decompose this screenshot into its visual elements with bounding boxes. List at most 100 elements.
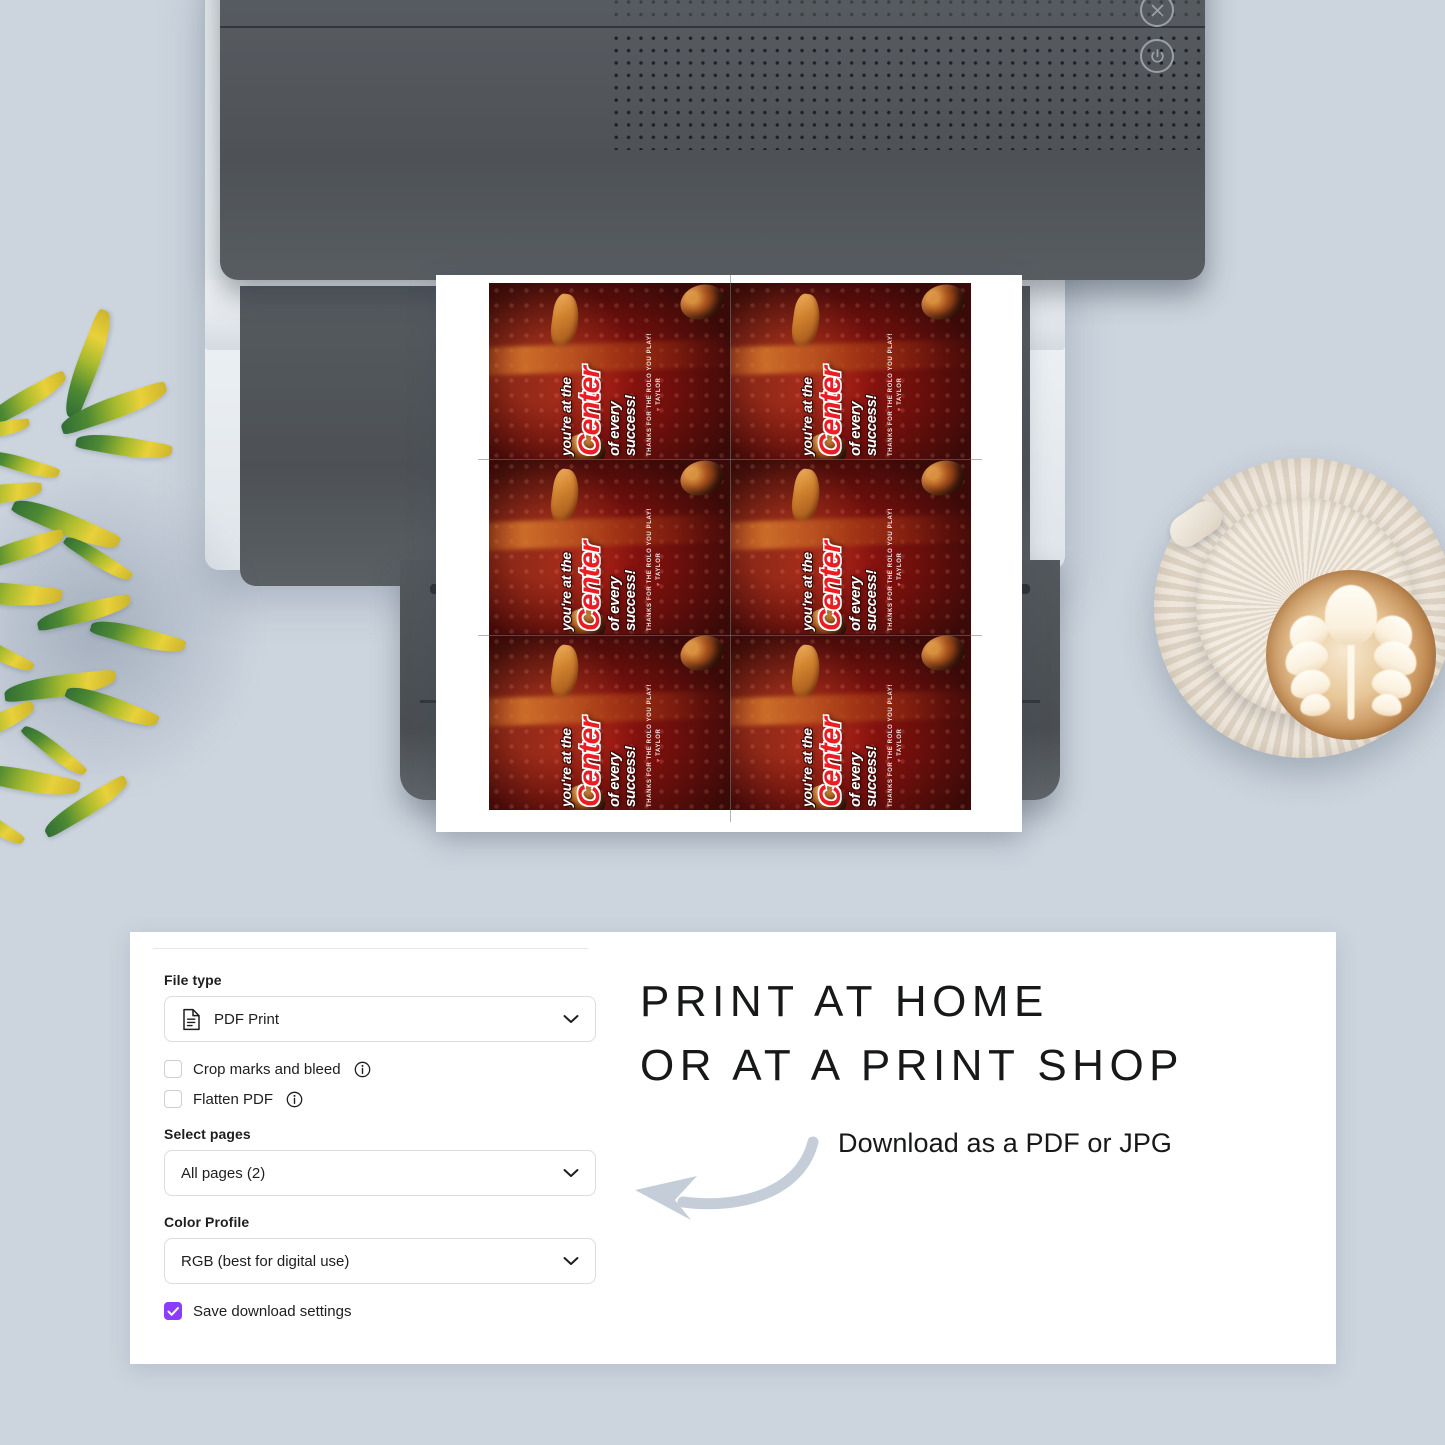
panel-divider bbox=[153, 948, 588, 949]
select-pages-value: All pages (2) bbox=[181, 1164, 266, 1182]
printer-vent-upper bbox=[610, 0, 1205, 22]
screenshot-canvas: you're at the Center of every success! T… bbox=[0, 0, 1445, 1445]
save-settings-label: Save download settings bbox=[193, 1302, 352, 1320]
card-line3a: of every bbox=[846, 577, 864, 632]
card-line3b: success! bbox=[862, 570, 880, 632]
card-highlight: Center bbox=[572, 542, 606, 632]
card-signature-line: THANKS FOR THE ROLO YOU PLAY! bbox=[646, 332, 653, 456]
card-signature: THANKS FOR THE ROLO YOU PLAY! ♥ TAYLOR bbox=[888, 333, 903, 456]
card-highlight: Center bbox=[813, 366, 847, 456]
chevron-down-icon[interactable] bbox=[563, 1014, 579, 1024]
color-profile-label: Color Profile bbox=[164, 1214, 250, 1230]
card-signature: THANKS FOR THE ROLO YOU PLAY! ♥ TAYLOR bbox=[888, 508, 903, 631]
card-line1: you're at the bbox=[798, 552, 815, 632]
card-highlight: Center bbox=[813, 718, 847, 808]
select-pages-label: Select pages bbox=[164, 1126, 251, 1142]
card-signature-line: THANKS FOR THE ROLO YOU PLAY! bbox=[887, 508, 894, 632]
heart-icon: ♥ bbox=[896, 758, 903, 763]
printed-card: you're at the Center of every success! T… bbox=[730, 458, 971, 635]
card-signature: THANKS FOR THE ROLO YOU PLAY! ♥ TAYLOR bbox=[647, 508, 662, 631]
chevron-down-icon[interactable] bbox=[563, 1256, 579, 1266]
chocolate-blob bbox=[916, 458, 970, 501]
save-settings-checkbox-row[interactable]: Save download settings bbox=[164, 1302, 596, 1320]
card-signature: THANKS FOR THE ROLO YOU PLAY! ♥ TAYLOR bbox=[647, 333, 662, 456]
card-signature-line: THANKS FOR THE ROLO YOU PLAY! bbox=[887, 684, 894, 808]
info-icon[interactable] bbox=[354, 1061, 371, 1078]
card-text-block: you're at the Center of every success! T… bbox=[798, 286, 902, 456]
heart-icon: ♥ bbox=[896, 582, 903, 587]
chocolate-blob bbox=[675, 458, 729, 501]
card-signature-name: TAYLOR bbox=[896, 553, 903, 581]
card-line3b: success! bbox=[621, 570, 639, 632]
card-line1: you're at the bbox=[798, 377, 815, 456]
potted-plant bbox=[0, 307, 310, 865]
printed-card: you're at the Center of every success! T… bbox=[730, 634, 971, 810]
card-text-block: you're at the Center of every success! T… bbox=[798, 637, 902, 807]
card-highlight: Center bbox=[572, 718, 606, 808]
latte-art-petal bbox=[1325, 585, 1377, 646]
heart-icon: ♥ bbox=[655, 582, 662, 587]
heart-icon: ♥ bbox=[655, 758, 662, 763]
card-line1: you're at the bbox=[557, 377, 574, 456]
printer-top-housing bbox=[220, 0, 1205, 280]
chocolate-blob bbox=[916, 283, 970, 325]
card-signature: THANKS FOR THE ROLO YOU PLAY! ♥ TAYLOR bbox=[647, 684, 662, 807]
card-text-block: you're at the Center of every success! T… bbox=[557, 461, 661, 631]
printed-card: you're at the Center of every success! T… bbox=[489, 634, 730, 810]
card-line1: you're at the bbox=[798, 728, 815, 808]
chevron-down-icon[interactable] bbox=[563, 1168, 579, 1178]
info-icon[interactable] bbox=[286, 1091, 303, 1108]
printed-sheet: you're at the Center of every success! T… bbox=[436, 275, 1022, 832]
card-line3b: success! bbox=[862, 394, 880, 456]
printed-card: you're at the Center of every success! T… bbox=[489, 283, 730, 459]
card-highlight: Center bbox=[572, 366, 606, 456]
crop-marks-label: Crop marks and bleed bbox=[193, 1060, 341, 1078]
card-line3a: of every bbox=[846, 401, 864, 456]
card-line3b: success! bbox=[621, 746, 639, 808]
card-signature: THANKS FOR THE ROLO YOU PLAY! ♥ TAYLOR bbox=[888, 684, 903, 807]
file-type-select[interactable]: PDF Print bbox=[164, 996, 596, 1042]
card-line1: you're at the bbox=[557, 728, 574, 808]
file-type-label: File type bbox=[164, 972, 222, 988]
color-profile-select[interactable]: RGB (best for digital use) bbox=[164, 1238, 596, 1284]
card-line3b: success! bbox=[862, 746, 880, 808]
save-settings-checkbox[interactable] bbox=[164, 1302, 182, 1320]
card-signature-line: THANKS FOR THE ROLO YOU PLAY! bbox=[646, 684, 653, 808]
download-form: File type PDF Print Crop marks and bleed… bbox=[164, 972, 596, 1332]
card-line3a: of every bbox=[605, 401, 623, 456]
file-type-value: PDF Print bbox=[214, 1010, 280, 1028]
chocolate-blob bbox=[675, 634, 729, 677]
card-text-block: you're at the Center of every success! T… bbox=[557, 286, 661, 456]
card-signature-line: THANKS FOR THE ROLO YOU PLAY! bbox=[646, 508, 653, 632]
flatten-pdf-checkbox-row[interactable]: Flatten PDF bbox=[164, 1090, 596, 1108]
select-pages-select[interactable]: All pages (2) bbox=[164, 1150, 596, 1196]
printed-card: you're at the Center of every success! T… bbox=[489, 458, 730, 635]
power-icon[interactable] bbox=[1140, 39, 1174, 73]
card-signature-line: THANKS FOR THE ROLO YOU PLAY! bbox=[887, 332, 894, 456]
card-signature-name: TAYLOR bbox=[896, 728, 903, 757]
printer-vent-lower bbox=[610, 32, 1205, 150]
heart-icon: ♥ bbox=[655, 406, 662, 412]
chocolate-blob bbox=[916, 634, 970, 677]
headline-line-1: PRINT AT HOME bbox=[640, 977, 1049, 1026]
card-signature-name: TAYLOR bbox=[655, 553, 662, 581]
card-line1: you're at the bbox=[557, 552, 574, 632]
curved-left-arrow-icon bbox=[605, 1128, 835, 1243]
card-line3a: of every bbox=[846, 752, 864, 808]
card-highlight: Center bbox=[813, 542, 847, 632]
crop-marks-checkbox[interactable] bbox=[164, 1060, 182, 1078]
flatten-pdf-checkbox[interactable] bbox=[164, 1090, 182, 1108]
card-line3b: success! bbox=[621, 394, 639, 456]
document-icon bbox=[181, 1008, 202, 1031]
cup bbox=[1196, 498, 1436, 740]
card-line3a: of every bbox=[605, 752, 623, 808]
card-signature-name: TAYLOR bbox=[655, 728, 662, 757]
heart-icon: ♥ bbox=[896, 406, 903, 412]
latte-cup bbox=[1150, 450, 1445, 900]
latte-art bbox=[1266, 570, 1436, 740]
crop-marks-checkbox-row[interactable]: Crop marks and bleed bbox=[164, 1060, 596, 1078]
printed-card: you're at the Center of every success! T… bbox=[730, 283, 971, 459]
headline-line-2: OR AT A PRINT SHOP bbox=[640, 1040, 1185, 1090]
card-line3a: of every bbox=[605, 577, 623, 632]
crop-mark bbox=[730, 275, 731, 822]
